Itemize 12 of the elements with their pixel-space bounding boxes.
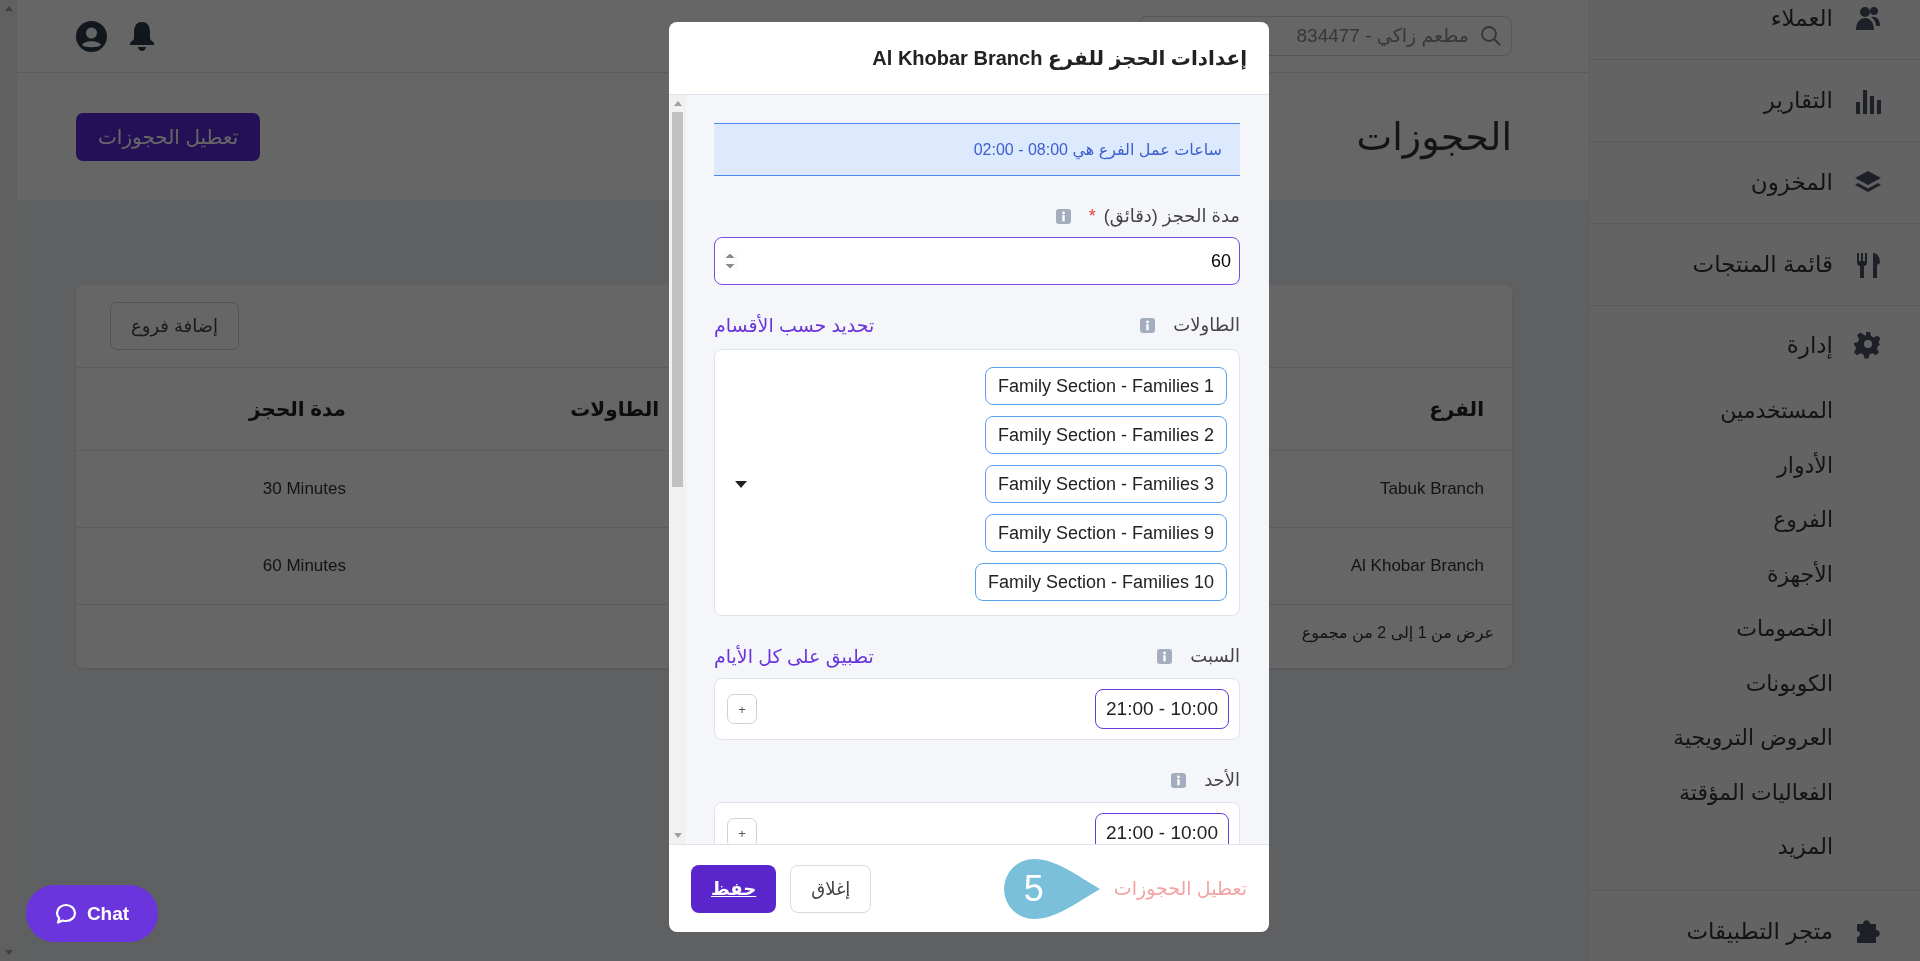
pagination-text: عرض من 1 إلى 2 من مجموع: [1301, 623, 1494, 642]
required-mark: *: [1088, 205, 1096, 227]
field-label: مدة الحجز (دقائق): [1103, 205, 1240, 227]
field-label: الطاولات: [1173, 314, 1240, 336]
day-label: الأحد: [1204, 769, 1240, 791]
working-hours-notice: ساعات عمل الفرع هي 08:00 - 02:00: [714, 123, 1240, 176]
column-header: مدة الحجز: [76, 368, 374, 451]
page-title: الحجوزات: [1356, 114, 1512, 159]
table-cell: 60 Minutes: [76, 528, 374, 605]
day-label: السبت: [1190, 645, 1240, 667]
table-cell: 30 Minutes: [76, 451, 374, 528]
step-marker: 5: [1003, 858, 1100, 919]
